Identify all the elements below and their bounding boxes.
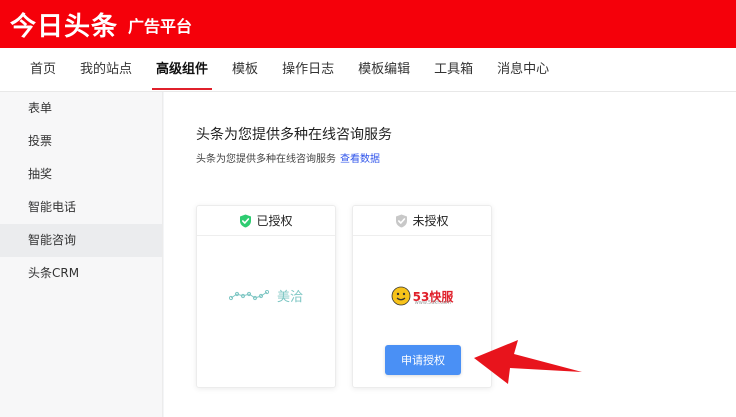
sidebar-item-form[interactable]: 表单 bbox=[0, 92, 162, 125]
nav-item-home[interactable]: 首页 bbox=[30, 48, 56, 92]
nav-item-advanced-components[interactable]: 高级组件 bbox=[152, 48, 213, 92]
page-subtitle: 头条为您提供多种在线咨询服务 查看数据 bbox=[196, 150, 380, 165]
53kf-url: www.53kf.com bbox=[414, 300, 451, 306]
sidebar-item-crm[interactable]: 头条CRM bbox=[0, 257, 162, 290]
card-status-text: 已授权 bbox=[256, 214, 293, 228]
nav-item-templates[interactable]: 模板 bbox=[232, 48, 258, 92]
meiqia-wave-icon bbox=[228, 289, 270, 300]
top-brand-bar: 今日头条 广告平台 bbox=[0, 0, 736, 48]
provider-card-meiqia[interactable]: 已授权 美洽 bbox=[196, 205, 336, 388]
shield-check-icon bbox=[240, 214, 252, 227]
red-arrow-icon bbox=[474, 340, 582, 384]
main-content: 头条为您提供多种在线咨询服务 头条为您提供多种在线咨询服务 查看数据 已授权 美… bbox=[164, 92, 736, 417]
page-title: 头条为您提供多种在线咨询服务 bbox=[196, 127, 392, 143]
shield-check-icon bbox=[396, 214, 408, 227]
sidebar-item-vote[interactable]: 投票 bbox=[0, 125, 162, 158]
smiley-icon bbox=[391, 286, 411, 306]
53kf-logo: 53快服 www.53kf.com bbox=[353, 286, 491, 306]
nav-item-operation-log[interactable]: 操作日志 bbox=[282, 48, 334, 92]
nav-item-messages[interactable]: 消息中心 bbox=[497, 48, 549, 92]
brand-subtitle: 广告平台 bbox=[128, 17, 193, 36]
sidebar: 表单 投票 抽奖 智能电话 智能咨询 头条CRM bbox=[0, 92, 163, 417]
nav-item-template-editor[interactable]: 模板编辑 bbox=[358, 48, 410, 92]
sidebar-item-smart-consult[interactable]: 智能咨询 bbox=[0, 224, 162, 257]
view-data-link[interactable]: 查看数据 bbox=[340, 154, 380, 165]
meiqia-logo-text: 美洽 bbox=[276, 290, 303, 305]
page-subtitle-text: 头条为您提供多种在线咨询服务 bbox=[196, 154, 336, 165]
sidebar-item-smart-phone[interactable]: 智能电话 bbox=[0, 191, 162, 224]
apply-authorization-button[interactable]: 申请授权 bbox=[385, 345, 461, 375]
brand-logo[interactable]: 今日头条 bbox=[10, 6, 118, 43]
sidebar-item-lottery[interactable]: 抽奖 bbox=[0, 158, 162, 191]
nav-item-my-sites[interactable]: 我的站点 bbox=[80, 48, 132, 92]
meiqia-logo: 美洽 bbox=[197, 286, 335, 305]
main-nav: 首页 我的站点 高级组件 模板 操作日志 模板编辑 工具箱 消息中心 bbox=[0, 48, 736, 92]
card-status-text: 未授权 bbox=[412, 214, 449, 228]
nav-item-toolbox[interactable]: 工具箱 bbox=[434, 48, 473, 92]
card-status-header: 已授权 bbox=[197, 206, 335, 236]
card-status-header: 未授权 bbox=[353, 206, 491, 236]
